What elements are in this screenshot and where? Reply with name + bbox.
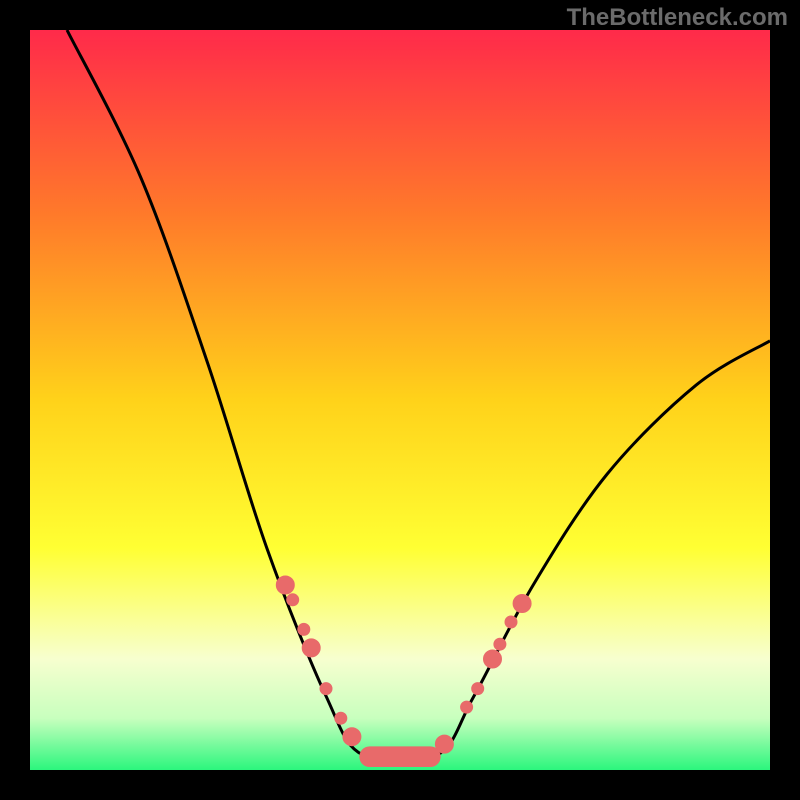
data-point <box>287 594 299 606</box>
data-point <box>320 683 332 695</box>
data-point <box>276 576 294 594</box>
attribution-label: TheBottleneck.com <box>567 4 788 32</box>
data-point <box>461 701 473 713</box>
data-point <box>484 650 502 668</box>
bottleneck-chart: TheBottleneck.com <box>0 0 800 800</box>
plot-background <box>30 30 770 770</box>
data-point <box>513 595 531 613</box>
optimal-range-bar <box>359 746 440 767</box>
chart-svg <box>0 0 800 800</box>
data-point <box>335 712 347 724</box>
data-point <box>343 728 361 746</box>
data-point <box>505 616 517 628</box>
data-point <box>302 639 320 657</box>
data-point <box>472 683 484 695</box>
data-point <box>494 638 506 650</box>
data-point <box>298 623 310 635</box>
